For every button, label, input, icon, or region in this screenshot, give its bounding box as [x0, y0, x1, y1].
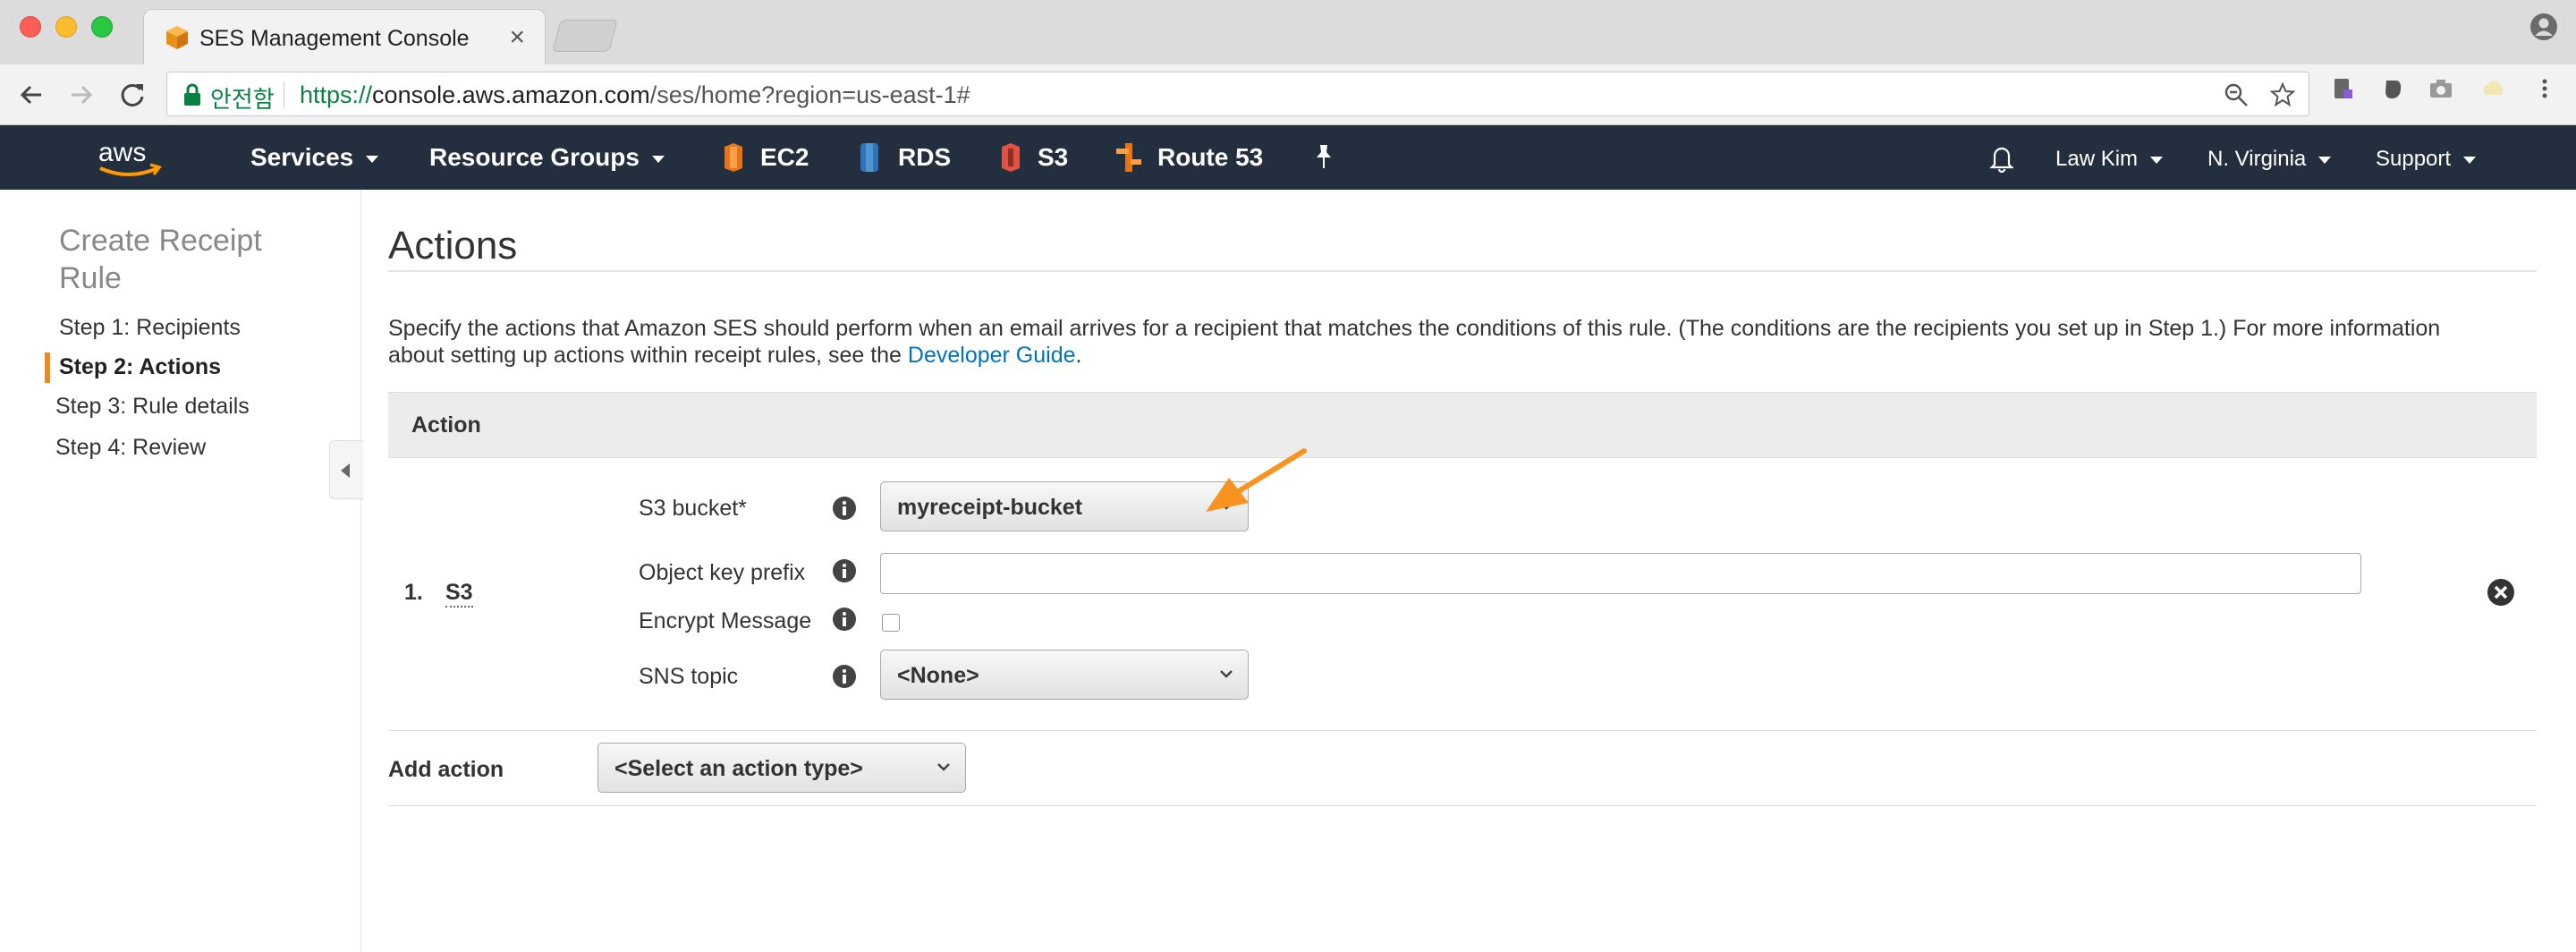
- route53-icon: [1116, 143, 1141, 172]
- menu-dots-icon[interactable]: [2531, 75, 2558, 102]
- services-menu[interactable]: Services: [250, 143, 379, 172]
- chevron-down-icon: [2463, 156, 2477, 164]
- action-table-header: Action: [388, 392, 2537, 458]
- remove-action-icon[interactable]: [2487, 578, 2515, 607]
- bell-icon[interactable]: [1987, 143, 2016, 174]
- tab-close-icon[interactable]: ×: [509, 22, 525, 53]
- url-scheme: https://: [300, 81, 373, 108]
- aws-top-nav: aws Services Resource Groups EC2 RDS S3 …: [0, 125, 2576, 190]
- s3-bucket-value: myreceipt-bucket: [897, 495, 1083, 520]
- account-label: Law Kim: [2055, 147, 2139, 171]
- lock-icon: [184, 83, 200, 106]
- minimize-window-button[interactable]: [55, 16, 77, 38]
- s3-bucket-label: S3 bucket*: [639, 496, 747, 521]
- action-number: 1.: [404, 580, 423, 605]
- rds-icon: [860, 143, 878, 172]
- chevron-left-icon: [341, 463, 350, 478]
- sidebar-title: Create Receipt Rule: [59, 224, 262, 295]
- support-menu[interactable]: Support: [2376, 147, 2477, 172]
- developer-guide-link[interactable]: Developer Guide: [908, 343, 1076, 368]
- tab-title: SES Management Console: [199, 26, 470, 51]
- add-action-divider: [388, 805, 2537, 806]
- browser-tab-bar: SES Management Console ×: [0, 0, 2576, 64]
- zoom-icon[interactable]: [2223, 81, 2250, 108]
- object-key-prefix-input[interactable]: [880, 553, 2361, 594]
- action-type-label[interactable]: S3: [445, 580, 473, 608]
- annotation-arrow-icon: [1206, 448, 1307, 512]
- profile-icon[interactable]: [2529, 13, 2558, 41]
- resource-groups-label: Resource Groups: [429, 143, 640, 171]
- new-tab-button[interactable]: [552, 20, 618, 52]
- page-title: Actions: [388, 224, 518, 268]
- ec2-shortcut[interactable]: EC2: [760, 143, 809, 172]
- resource-groups-menu[interactable]: Resource Groups: [429, 143, 665, 172]
- sidebar-collapse-button[interactable]: [329, 440, 363, 499]
- ec2-icon: [724, 143, 742, 172]
- account-menu[interactable]: Law Kim: [2055, 147, 2164, 172]
- title-divider: [388, 270, 2537, 272]
- step-recipients[interactable]: Step 1: Recipients: [59, 315, 241, 341]
- back-arrow-icon[interactable]: [14, 77, 50, 113]
- bookmark-star-icon[interactable]: [2269, 81, 2296, 108]
- info-icon[interactable]: [832, 558, 857, 583]
- cloud-icon[interactable]: [2479, 75, 2506, 102]
- step-actions[interactable]: Step 2: Actions: [59, 354, 221, 380]
- secure-label: 안전함: [210, 86, 275, 113]
- s3-icon: [1002, 143, 1020, 172]
- add-action-label: Add action: [388, 757, 504, 782]
- object-key-prefix-label: Object key prefix: [639, 560, 806, 585]
- forward-arrow-icon[interactable]: [63, 77, 98, 113]
- url-host: console.aws.amazon.com: [372, 81, 650, 108]
- add-action-select[interactable]: <Select an action type>: [597, 743, 966, 793]
- route53-shortcut[interactable]: Route 53: [1157, 143, 1263, 172]
- sns-topic-value: <None>: [897, 663, 979, 688]
- active-step-marker: [45, 353, 50, 383]
- action-header-label: Action: [411, 412, 481, 438]
- chevron-down-icon: [651, 155, 665, 163]
- maximize-window-button[interactable]: [91, 16, 113, 38]
- aws-logo-text: aws: [98, 138, 146, 167]
- chevron-down-icon: [366, 155, 379, 163]
- action-row-divider: [388, 730, 2537, 731]
- browser-tab[interactable]: SES Management Console ×: [143, 9, 546, 64]
- page-description: Specify the actions that Amazon SES shou…: [388, 315, 2535, 369]
- rds-shortcut[interactable]: RDS: [898, 143, 951, 172]
- encrypt-message-checkbox[interactable]: [882, 614, 900, 632]
- pin-icon[interactable]: [1311, 143, 1336, 170]
- sns-topic-select[interactable]: <None>: [880, 650, 1249, 700]
- description-line-1: Specify the actions that Amazon SES shou…: [388, 316, 2441, 341]
- chevron-down-icon: [2318, 156, 2332, 164]
- chevron-down-icon: [2150, 156, 2164, 164]
- info-icon[interactable]: [832, 607, 857, 632]
- browser-toolbar: 안전함 https://console.aws.amazon.com/ses/h…: [0, 64, 2576, 125]
- evernote-icon[interactable]: [2379, 75, 2406, 102]
- info-icon[interactable]: [832, 496, 857, 521]
- services-label: Services: [250, 143, 354, 171]
- encrypt-message-label: Encrypt Message: [639, 608, 812, 633]
- reload-icon[interactable]: [114, 77, 150, 113]
- region-menu[interactable]: N. Virginia: [2207, 147, 2332, 172]
- add-action-value: <Select an action type>: [614, 756, 863, 781]
- description-line-2: about setting up actions within receipt …: [388, 343, 908, 368]
- chevron-down-icon: [1220, 670, 1233, 678]
- support-label: Support: [2376, 147, 2452, 171]
- close-window-button[interactable]: [20, 16, 41, 38]
- step-review[interactable]: Step 4: Review: [55, 435, 206, 461]
- chevron-down-icon: [937, 763, 950, 771]
- wizard-sidebar: Create Receipt Rule Step 1: Recipients S…: [0, 190, 363, 952]
- url-text[interactable]: https://console.aws.amazon.com/ses/home?…: [300, 81, 970, 109]
- camera-icon[interactable]: [2428, 75, 2454, 102]
- extension-icon[interactable]: [2329, 75, 2356, 102]
- aws-cube-icon: [166, 26, 188, 49]
- s3-bucket-select[interactable]: myreceipt-bucket: [880, 481, 1249, 531]
- description-end: .: [1075, 343, 1082, 368]
- address-bar[interactable]: 안전함 https://console.aws.amazon.com/ses/h…: [166, 72, 2309, 116]
- region-label: N. Virginia: [2207, 147, 2307, 171]
- info-icon[interactable]: [832, 664, 857, 689]
- s3-shortcut[interactable]: S3: [1038, 143, 1068, 172]
- step-rule-details[interactable]: Step 3: Rule details: [55, 394, 250, 420]
- aws-logo[interactable]: aws: [95, 134, 166, 183]
- url-path: /ses/home?region=us-east-1#: [649, 81, 970, 108]
- sns-topic-label: SNS topic: [639, 664, 739, 689]
